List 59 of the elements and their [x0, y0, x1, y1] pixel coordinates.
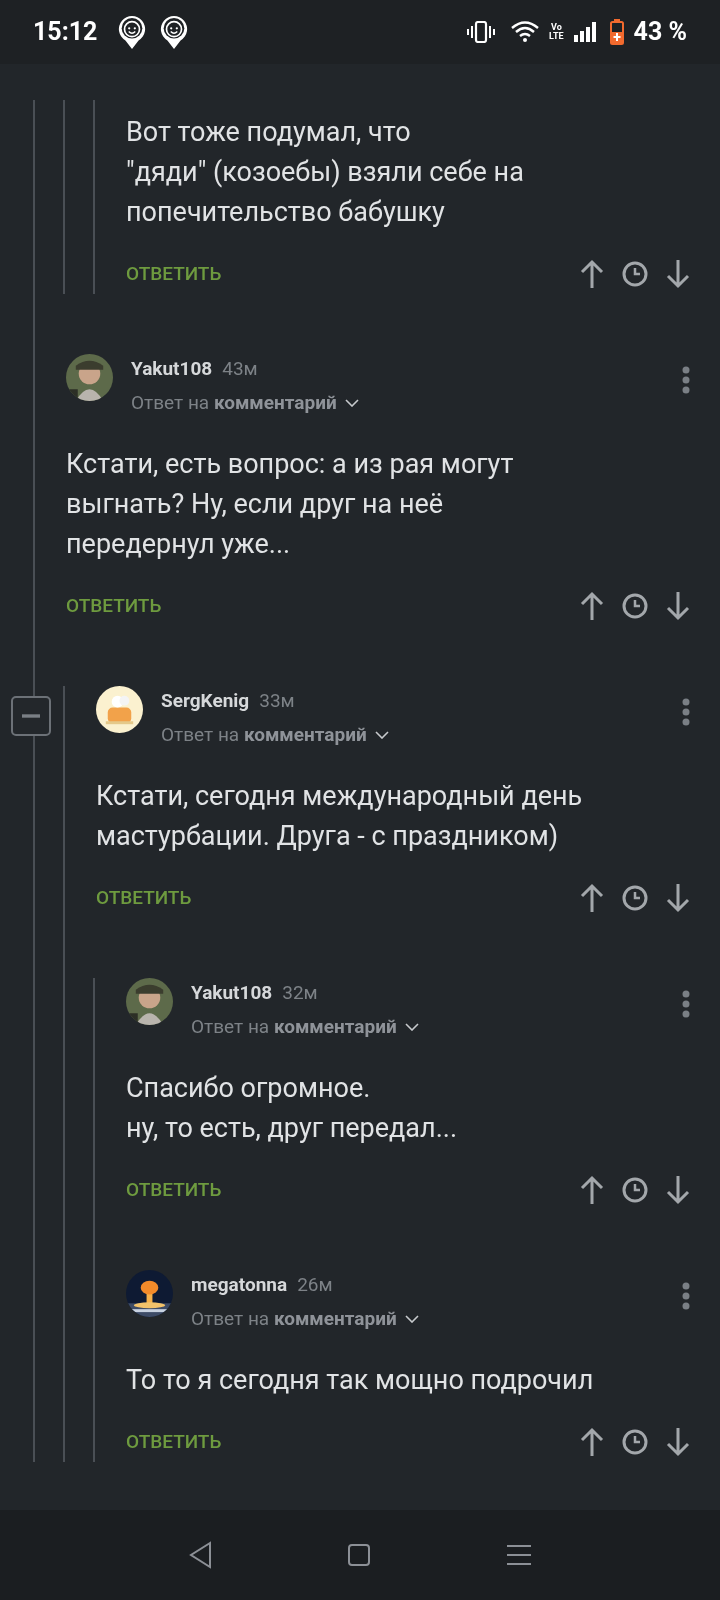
arrow-down-icon[interactable]: [666, 259, 690, 289]
arrow-up-icon[interactable]: [580, 1175, 604, 1205]
menu-icon[interactable]: [506, 1543, 533, 1567]
more-icon[interactable]: [682, 698, 690, 726]
arrow-down-icon[interactable]: [666, 883, 690, 913]
wifi-icon: [511, 21, 540, 43]
chevron-down-icon[interactable]: [374, 731, 389, 739]
face-pin-icon: [159, 13, 190, 51]
home-icon[interactable]: [347, 1543, 371, 1567]
clock-icon[interactable]: [622, 1177, 648, 1203]
reply-button[interactable]: ОТВЕТИТЬ: [96, 883, 192, 913]
comment-time: 26м: [297, 1271, 333, 1298]
author-name[interactable]: Yakut108: [191, 978, 273, 1008]
reply-button[interactable]: ОТВЕТИТЬ: [126, 1175, 222, 1205]
reply-button[interactable]: ОТВЕТИТЬ: [66, 591, 162, 621]
clock-time: 15:12: [33, 16, 98, 49]
clock-icon[interactable]: [622, 593, 648, 619]
arrow-down-icon[interactable]: [666, 1175, 690, 1205]
reply-button[interactable]: ОТВЕТИТЬ: [126, 1427, 222, 1457]
reply-button[interactable]: ОТВЕТИТЬ: [126, 259, 222, 289]
comment-text: Вот тоже подумал, что "дяди" (козоебы) взяли себе на попечительство бабушку: [126, 115, 525, 230]
author-name[interactable]: Yakut108: [131, 354, 213, 384]
more-icon[interactable]: [682, 366, 690, 394]
more-icon[interactable]: [682, 1282, 690, 1310]
minus-icon: [22, 714, 40, 718]
volte-icon: Vo LTE: [549, 23, 564, 41]
reply-to-link[interactable]: Ответ на комментарий: [191, 1012, 397, 1042]
back-icon[interactable]: [187, 1541, 212, 1569]
arrow-up-icon[interactable]: [580, 883, 604, 913]
arrow-up-icon[interactable]: [580, 259, 604, 289]
vibrate-icon: [467, 21, 496, 43]
battery-percent: 43 %: [633, 16, 687, 49]
clock-icon[interactable]: [622, 261, 648, 287]
author-name[interactable]: SergKenig: [161, 686, 250, 716]
comment-time: 33м: [259, 687, 295, 714]
arrow-down-icon[interactable]: [666, 591, 690, 621]
signal-icon: [573, 22, 596, 42]
comment-text: Кстати, есть вопрос: а из рая могут выгнать? Ну, если друг на неё передернул уже...: [66, 447, 515, 562]
clock-icon[interactable]: [622, 885, 648, 911]
reply-to-link[interactable]: Ответ на комментарий: [131, 388, 337, 418]
chevron-down-icon[interactable]: [344, 399, 359, 407]
comment-time: 32м: [282, 979, 318, 1006]
collapse-button[interactable]: [11, 696, 51, 736]
reply-to-link[interactable]: Ответ на комментарий: [161, 720, 367, 750]
comment-time: 43м: [222, 355, 258, 382]
comment-text: То то я сегодня так мощно подрочил: [126, 1363, 595, 1398]
battery-icon: [609, 19, 624, 45]
author-name[interactable]: megatonna: [191, 1270, 288, 1300]
clock-icon[interactable]: [622, 1429, 648, 1455]
arrow-up-icon[interactable]: [580, 1427, 604, 1457]
arrow-up-icon[interactable]: [580, 591, 604, 621]
face-pin-icon: [117, 13, 148, 51]
reply-to-link[interactable]: Ответ на комментарий: [191, 1304, 397, 1334]
more-icon[interactable]: [682, 990, 690, 1018]
chevron-down-icon[interactable]: [404, 1315, 419, 1323]
comment-text: Спасибо огромное. ну, то есть, друг передал...: [126, 1071, 459, 1146]
chevron-down-icon[interactable]: [404, 1023, 419, 1031]
arrow-down-icon[interactable]: [666, 1427, 690, 1457]
comment-text: Кстати, сегодня международный день мастурбации. Друга - с праздником): [96, 779, 584, 854]
